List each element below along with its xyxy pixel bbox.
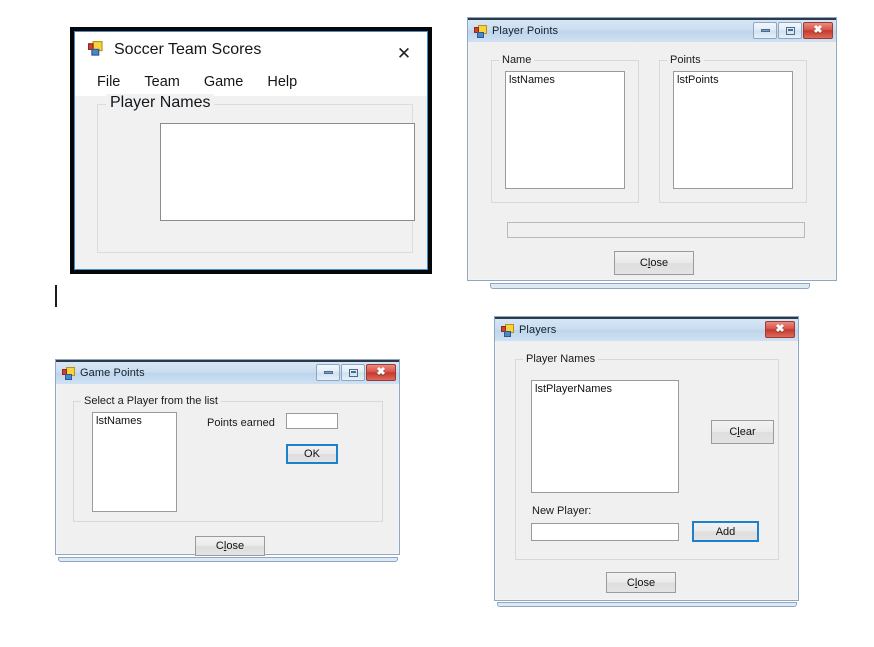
menu-item-file[interactable]: File [97, 74, 120, 90]
close-icon[interactable]: ✖ [366, 364, 396, 381]
points-listbox[interactable]: lstPoints [673, 71, 793, 189]
players-window[interactable]: Players ✖ Player Names lstPlayerNames Cl… [494, 316, 799, 601]
close-icon[interactable]: ✕ [393, 42, 415, 64]
close-icon[interactable]: ✖ [803, 22, 833, 39]
names-listbox[interactable]: lstNames [505, 71, 625, 189]
window-title: Players [519, 324, 557, 336]
caption-button-group: ✖ [316, 364, 396, 381]
select-player-groupbox: Select a Player from the list lstNames P… [73, 395, 383, 522]
client-area: Name lstNames Points lstPoints Close [469, 43, 835, 279]
name-group-label: Name [499, 54, 535, 66]
close-button-label: Close [626, 576, 656, 589]
window-inner-frame: Soccer Team Scores ✕ File Team Game Help… [74, 31, 428, 270]
text-caret-artifact [55, 285, 57, 307]
maximize-icon[interactable] [341, 364, 365, 381]
player-points-window[interactable]: Player Points ✖ Name lstNames Points lst… [467, 17, 837, 281]
winforms-app-icon [474, 24, 487, 38]
close-button[interactable]: Close [195, 536, 265, 556]
clear-button[interactable]: Clear [711, 420, 774, 444]
client-area: Select a Player from the list lstNames P… [57, 385, 398, 556]
menu-bar[interactable]: File Team Game Help [75, 68, 427, 96]
clear-button-label: Clear [729, 426, 756, 438]
points-groupbox: Points lstPoints [659, 54, 807, 203]
winforms-app-icon [501, 323, 514, 337]
points-group-label: Points [667, 54, 704, 66]
title-bar[interactable]: Player Points ✖ [468, 20, 836, 42]
winforms-app-icon [88, 41, 106, 59]
minimize-icon[interactable] [753, 22, 777, 39]
new-player-label: New Player: [532, 505, 592, 517]
soccer-team-scores-window[interactable]: Soccer Team Scores ✕ File Team Game Help… [70, 27, 432, 274]
close-button-label: Close [639, 257, 669, 269]
title-bar[interactable]: Players ✖ [495, 319, 798, 341]
close-button[interactable]: Close [614, 251, 694, 275]
menu-item-team[interactable]: Team [144, 74, 179, 90]
player-names-groupbox: Player Names lstPlayerNames Clear New Pl… [515, 353, 779, 560]
minimize-icon[interactable] [316, 364, 340, 381]
name-groupbox: Name lstNames [491, 54, 639, 203]
window-title: Soccer Team Scores [114, 41, 262, 58]
close-icon[interactable]: ✖ [765, 321, 795, 338]
maximize-icon[interactable] [778, 22, 802, 39]
menu-item-game[interactable]: Game [204, 74, 244, 90]
close-button-label: Close [215, 540, 245, 552]
background-window-peek [497, 602, 797, 607]
window-title: Player Points [492, 25, 559, 37]
add-button-label: Add [715, 525, 736, 538]
client-area: Player Names [75, 94, 427, 269]
player-names-groupbox: Player Names [97, 94, 415, 253]
new-player-input[interactable] [531, 523, 679, 541]
background-window-peek [490, 283, 810, 289]
total-textbox[interactable] [507, 222, 805, 238]
add-button[interactable]: Add [692, 521, 759, 542]
client-area: Player Names lstPlayerNames Clear New Pl… [496, 342, 797, 599]
player-names-group-label: Player Names [106, 94, 215, 112]
caption-button-group: ✖ [753, 22, 833, 39]
close-button[interactable]: Close [606, 572, 676, 593]
ok-button-label: OK [304, 448, 320, 460]
title-bar[interactable]: Soccer Team Scores [75, 32, 427, 68]
points-earned-label: Points earned [207, 417, 275, 429]
ok-button[interactable]: OK [286, 444, 338, 464]
player-names-listbox[interactable] [160, 123, 415, 221]
player-names-group-label: Player Names [523, 353, 599, 365]
names-listbox[interactable]: lstNames [92, 412, 177, 512]
select-player-group-label: Select a Player from the list [81, 395, 221, 407]
menu-item-help[interactable]: Help [267, 74, 297, 90]
title-bar[interactable]: Game Points ✖ [56, 362, 399, 384]
caption-button-group: ✖ [765, 321, 795, 338]
game-points-window[interactable]: Game Points ✖ Select a Player from the l… [55, 359, 400, 556]
points-earned-input[interactable] [286, 413, 338, 429]
background-window-peek [58, 557, 398, 562]
winforms-app-icon [62, 366, 75, 380]
window-title: Game Points [80, 367, 145, 379]
player-names-listbox[interactable]: lstPlayerNames [531, 380, 679, 493]
